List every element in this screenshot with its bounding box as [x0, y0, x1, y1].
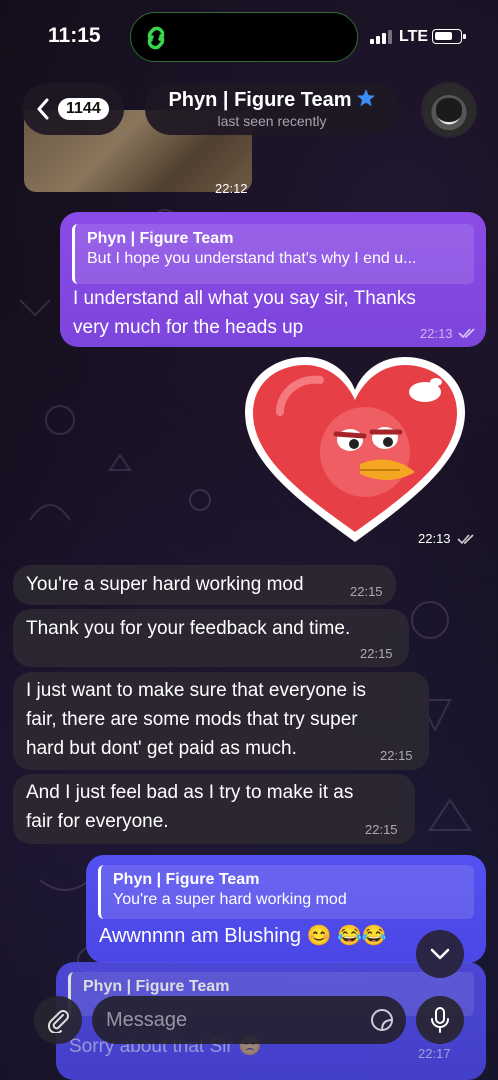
- chat-header[interactable]: Phyn | Figure Team last seen recently: [145, 83, 399, 135]
- message-time: 22:15: [380, 748, 413, 763]
- signal-icon: [370, 30, 392, 44]
- reply-text: But I hope you understand that's why I e…: [87, 250, 417, 267]
- message-composer[interactable]: [92, 996, 406, 1044]
- status-time: 11:15: [48, 24, 101, 47]
- read-ticks-icon: [457, 534, 474, 545]
- message-text: Thank you for your feedback and time.: [26, 618, 351, 639]
- sticker-time: 22:13: [418, 531, 451, 546]
- incoming-message[interactable]: Thank you for your feedback and time. 22…: [13, 609, 409, 667]
- message-time: 22:13: [420, 326, 453, 341]
- reply-quote[interactable]: Phyn | Figure Team But I hope you unders…: [72, 224, 474, 284]
- reply-author: Phyn | Figure Team: [83, 978, 230, 995]
- sticker-icon[interactable]: [370, 1008, 394, 1032]
- network-type: LTE: [399, 28, 429, 45]
- status-bar: 11:15 LTE: [0, 0, 498, 72]
- heart-bird-sticker[interactable]: [240, 352, 470, 550]
- voice-button[interactable]: [416, 996, 464, 1044]
- chevron-left-icon: [37, 98, 49, 120]
- message-text: I understand all what you say sir, Thank…: [73, 288, 416, 338]
- back-button[interactable]: 1144: [22, 83, 124, 135]
- message-time: 22:15: [350, 584, 383, 599]
- avatar[interactable]: [421, 82, 477, 138]
- last-seen-status: last seen recently: [217, 113, 327, 129]
- message-time: 22:17: [418, 1046, 451, 1061]
- unread-count-badge: 1144: [58, 98, 109, 120]
- photo-time: 22:12: [215, 181, 248, 196]
- reply-text: You're a super hard working mod: [113, 891, 347, 908]
- incoming-message[interactable]: I just want to make sure that everyone i…: [13, 672, 429, 770]
- attach-button[interactable]: [34, 996, 82, 1044]
- chevron-down-icon: [430, 948, 450, 960]
- message-text: I just want to make sure that everyone i…: [26, 680, 367, 759]
- premium-star-icon: [356, 89, 375, 107]
- microphone-icon: [431, 1007, 449, 1033]
- scroll-down-button[interactable]: [416, 930, 464, 978]
- dynamic-island: [130, 12, 358, 62]
- paperclip-icon: [47, 1010, 69, 1033]
- message-text: Awwnnnn am Blushing 😊 😂😂: [99, 925, 387, 947]
- reply-author: Phyn | Figure Team: [87, 230, 234, 247]
- outgoing-message[interactable]: Phyn | Figure Team But I hope you unders…: [60, 212, 486, 347]
- message-time: 22:15: [360, 646, 393, 661]
- incoming-message[interactable]: You're a super hard working mod 22:15: [13, 565, 396, 605]
- battery-icon: [432, 29, 466, 44]
- reply-quote[interactable]: Phyn | Figure Team You're a super hard w…: [98, 865, 474, 919]
- chat-title: Phyn | Figure Team: [168, 89, 352, 111]
- message-text: You're a super hard working mod: [26, 574, 304, 595]
- incoming-message[interactable]: And I just feel bad as I try to make it …: [13, 774, 415, 844]
- reply-author: Phyn | Figure Team: [113, 871, 260, 888]
- message-input[interactable]: [106, 1006, 356, 1034]
- message-time: 22:15: [365, 822, 398, 837]
- message-text: And I just feel bad as I try to make it …: [26, 782, 354, 832]
- link-chain-icon: [147, 26, 165, 50]
- read-ticks-icon: [458, 328, 475, 339]
